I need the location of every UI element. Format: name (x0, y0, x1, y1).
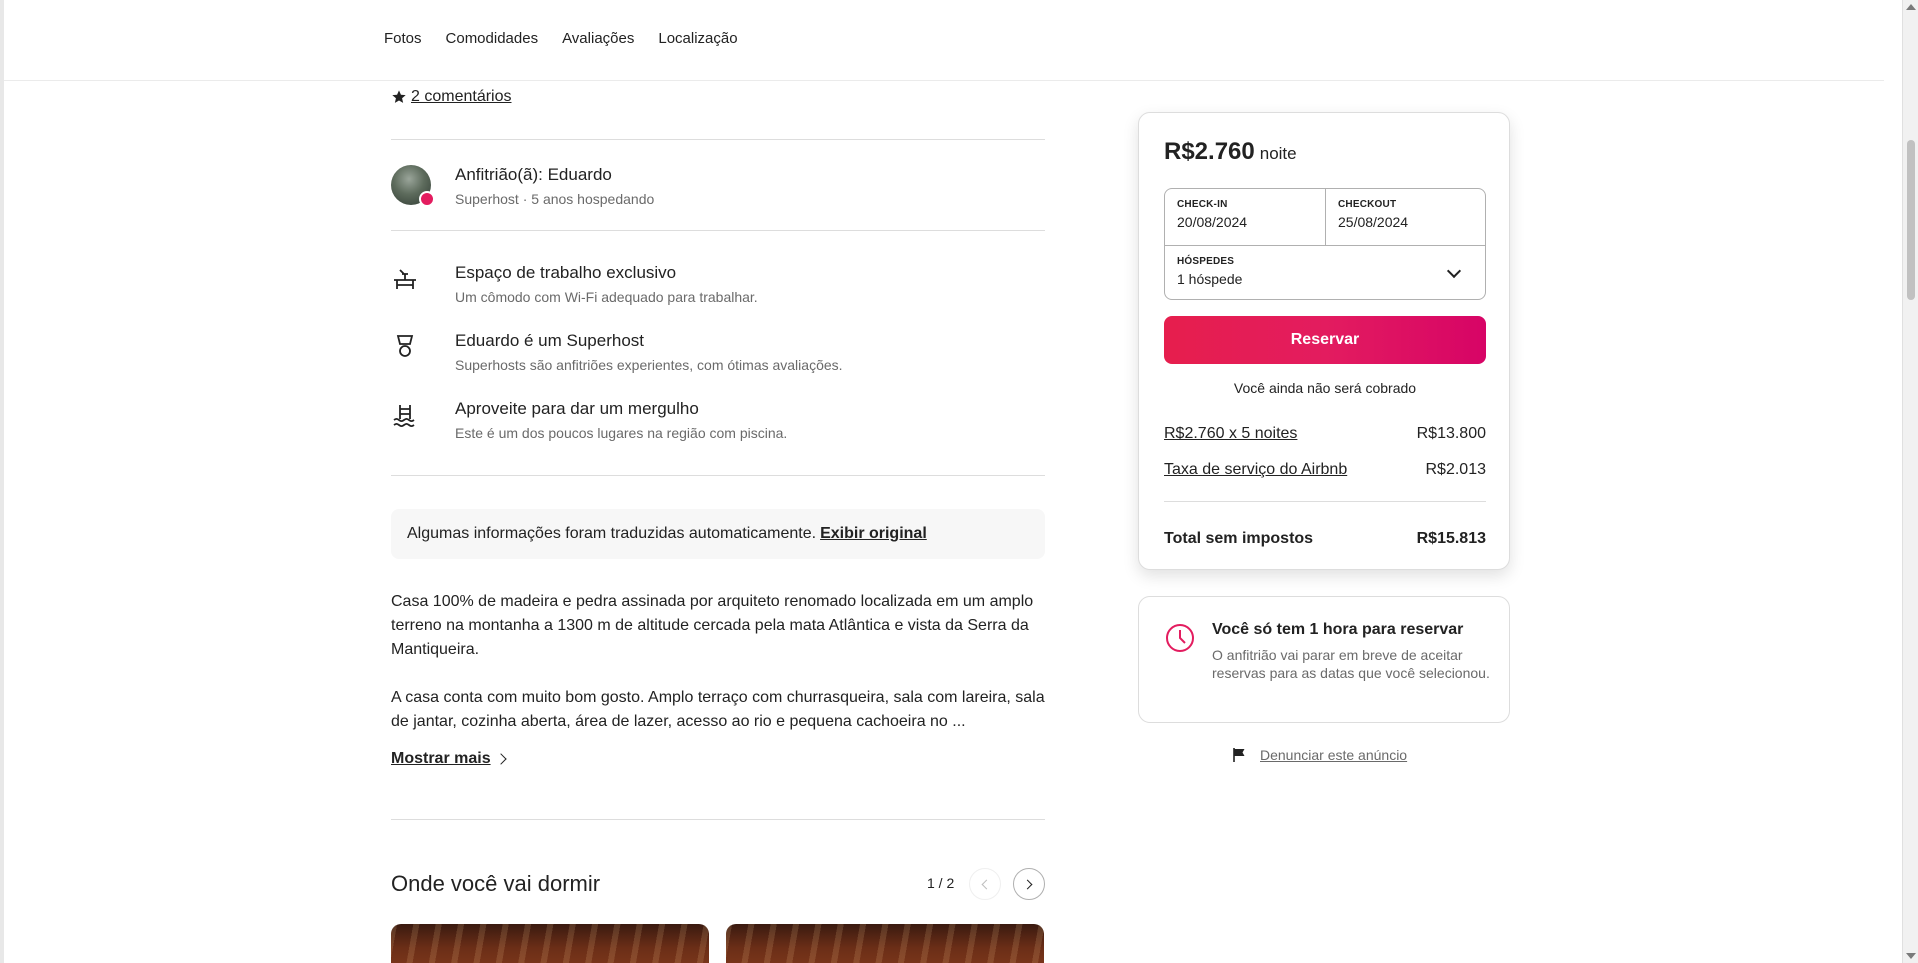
listing-description: Casa 100% de madeira e pedra assinada po… (391, 590, 1045, 734)
total-amount: R$15.813 (1416, 530, 1486, 547)
description-paragraph: A casa conta com muito bom gosto. Amplo … (391, 689, 1045, 730)
nights-breakdown-link[interactable]: R$2.760 x 5 noites (1164, 425, 1297, 443)
chevron-left-icon (981, 879, 992, 889)
checkout-field[interactable]: CHECKOUT 25/08/2024 (1326, 189, 1487, 245)
translation-notice: Algumas informações foram traduzidas aut… (391, 509, 1045, 559)
price-unit: noite (1259, 144, 1297, 163)
price-amount: R$2.760 (1164, 138, 1255, 165)
service-fee-link[interactable]: Taxa de serviço do Airbnb (1164, 461, 1347, 479)
nav-tab-reviews[interactable]: Avaliações (562, 30, 634, 47)
page-scrollbar[interactable] (1902, 0, 1918, 963)
show-more-label: Mostrar mais (391, 750, 491, 767)
price-line-fee: Taxa de serviço do Airbnb R$2.013 (1164, 461, 1486, 479)
report-listing-label: Denunciar este anúncio (1260, 747, 1408, 763)
reviews-summary: 2 comentários (391, 88, 512, 106)
sleep-section-title: Onde você vai dormir (391, 871, 601, 896)
price-total: Total sem impostos R$15.813 (1164, 530, 1486, 548)
listing-highlights: Espaço de trabalho exclusivo Um cômodo c… (391, 263, 1045, 467)
superhost-medal-icon (396, 335, 414, 357)
guests-select[interactable]: HÓSPEDES 1 hóspede (1165, 245, 1485, 300)
section-nav: Fotos Comodidades Avaliações Localização (0, 0, 1884, 81)
bedroom-photo[interactable] (391, 924, 709, 963)
nights-amount: R$13.800 (1416, 425, 1486, 442)
price-line-nights: R$2.760 x 5 noites R$13.800 (1164, 425, 1486, 443)
divider (1164, 501, 1486, 502)
pool-icon (393, 405, 415, 428)
service-fee-amount: R$2.013 (1425, 461, 1487, 478)
chevron-right-icon (1022, 879, 1033, 889)
scrollbar-thumb[interactable] (1907, 140, 1915, 300)
listing-page: Fotos Comodidades Avaliações Localização… (0, 0, 1918, 963)
host-subtitle: Superhost · 5 anos hospedando (455, 191, 655, 207)
nav-tab-amenities[interactable]: Comodidades (446, 30, 539, 47)
section-nav-items: Fotos Comodidades Avaliações Localização (384, 30, 738, 47)
highlight-subtitle: Este é um dos poucos lugares na região c… (455, 425, 788, 441)
divider (391, 475, 1045, 476)
desk-icon (394, 269, 416, 289)
host-info: Anfitrião(ã): Eduardo Superhost · 5 anos… (391, 165, 654, 207)
chevron-right-icon (494, 753, 507, 765)
nightly-price: R$2.760 noite (1164, 138, 1297, 166)
no-charge-note: Você ainda não será cobrado (1233, 380, 1417, 396)
window-edge (0, 0, 4, 963)
report-listing-link[interactable]: Denunciar este anúncio (1232, 747, 1407, 763)
translation-text: Algumas informações foram traduzidas aut… (407, 525, 817, 542)
bedroom-photo[interactable] (726, 924, 1044, 963)
checkout-value: 25/08/2024 (1338, 214, 1409, 230)
host-name: Anfitrião(ã): Eduardo (455, 165, 612, 184)
divider (391, 230, 1045, 231)
flag-icon (1233, 748, 1245, 762)
checkin-label: CHECK-IN (1177, 199, 1228, 210)
total-label: Total sem impostos (1164, 530, 1314, 547)
divider (391, 819, 1045, 820)
checkin-value: 20/08/2024 (1177, 214, 1248, 230)
highlight-item: Eduardo é um Superhost Superhosts são an… (391, 331, 1045, 399)
divider (391, 139, 1045, 140)
clock-icon (1166, 624, 1194, 652)
description-paragraph: Casa 100% de madeira e pedra assinada po… (391, 593, 1034, 658)
highlight-item: Espaço de trabalho exclusivo Um cômodo c… (391, 263, 1045, 331)
notice-text: O anfitrião vai parar em breve de aceita… (1212, 647, 1490, 681)
star-icon (392, 90, 406, 103)
carousel-prev-button[interactable] (969, 868, 1001, 900)
highlight-subtitle: Um cômodo com Wi-Fi adequado para trabal… (455, 289, 758, 305)
guests-value: 1 hóspede (1177, 271, 1243, 287)
checkout-label: CHECKOUT (1338, 199, 1397, 210)
superhost-badge-icon (419, 191, 435, 207)
booking-card: R$2.760 noite CHECK-IN 20/08/2024 CHECKO… (1138, 112, 1510, 570)
nav-tab-photos[interactable]: Fotos (384, 30, 422, 47)
date-guest-picker: CHECK-IN 20/08/2024 CHECKOUT 25/08/2024 … (1164, 188, 1486, 300)
reserve-button[interactable]: Reservar (1164, 316, 1486, 364)
highlight-title: Eduardo é um Superhost (455, 331, 645, 350)
urgency-notice: Você só tem 1 hora para reservar O anfit… (1138, 596, 1510, 723)
highlight-subtitle: Superhosts são anfitriões experientes, c… (455, 357, 843, 373)
show-more-button[interactable]: Mostrar mais (391, 750, 507, 768)
notice-title: Você só tem 1 hora para reservar (1212, 621, 1464, 638)
highlight-title: Espaço de trabalho exclusivo (455, 263, 677, 282)
guests-label: HÓSPEDES (1177, 256, 1235, 267)
host-avatar[interactable] (391, 165, 435, 207)
scroll-up-arrow-icon[interactable] (1906, 4, 1916, 10)
carousel-next-button[interactable] (1013, 868, 1045, 900)
carousel-page-indicator: 1 / 2 (927, 875, 955, 891)
reviews-link[interactable]: 2 comentários (411, 88, 512, 106)
nav-tab-location[interactable]: Localização (658, 30, 737, 47)
show-original-link[interactable]: Exibir original (820, 525, 927, 543)
highlight-title: Aproveite para dar um mergulho (455, 399, 699, 418)
highlight-item: Aproveite para dar um mergulho Este é um… (391, 399, 1045, 467)
checkin-field[interactable]: CHECK-IN 20/08/2024 (1165, 189, 1326, 245)
scroll-down-arrow-icon[interactable] (1906, 953, 1916, 959)
